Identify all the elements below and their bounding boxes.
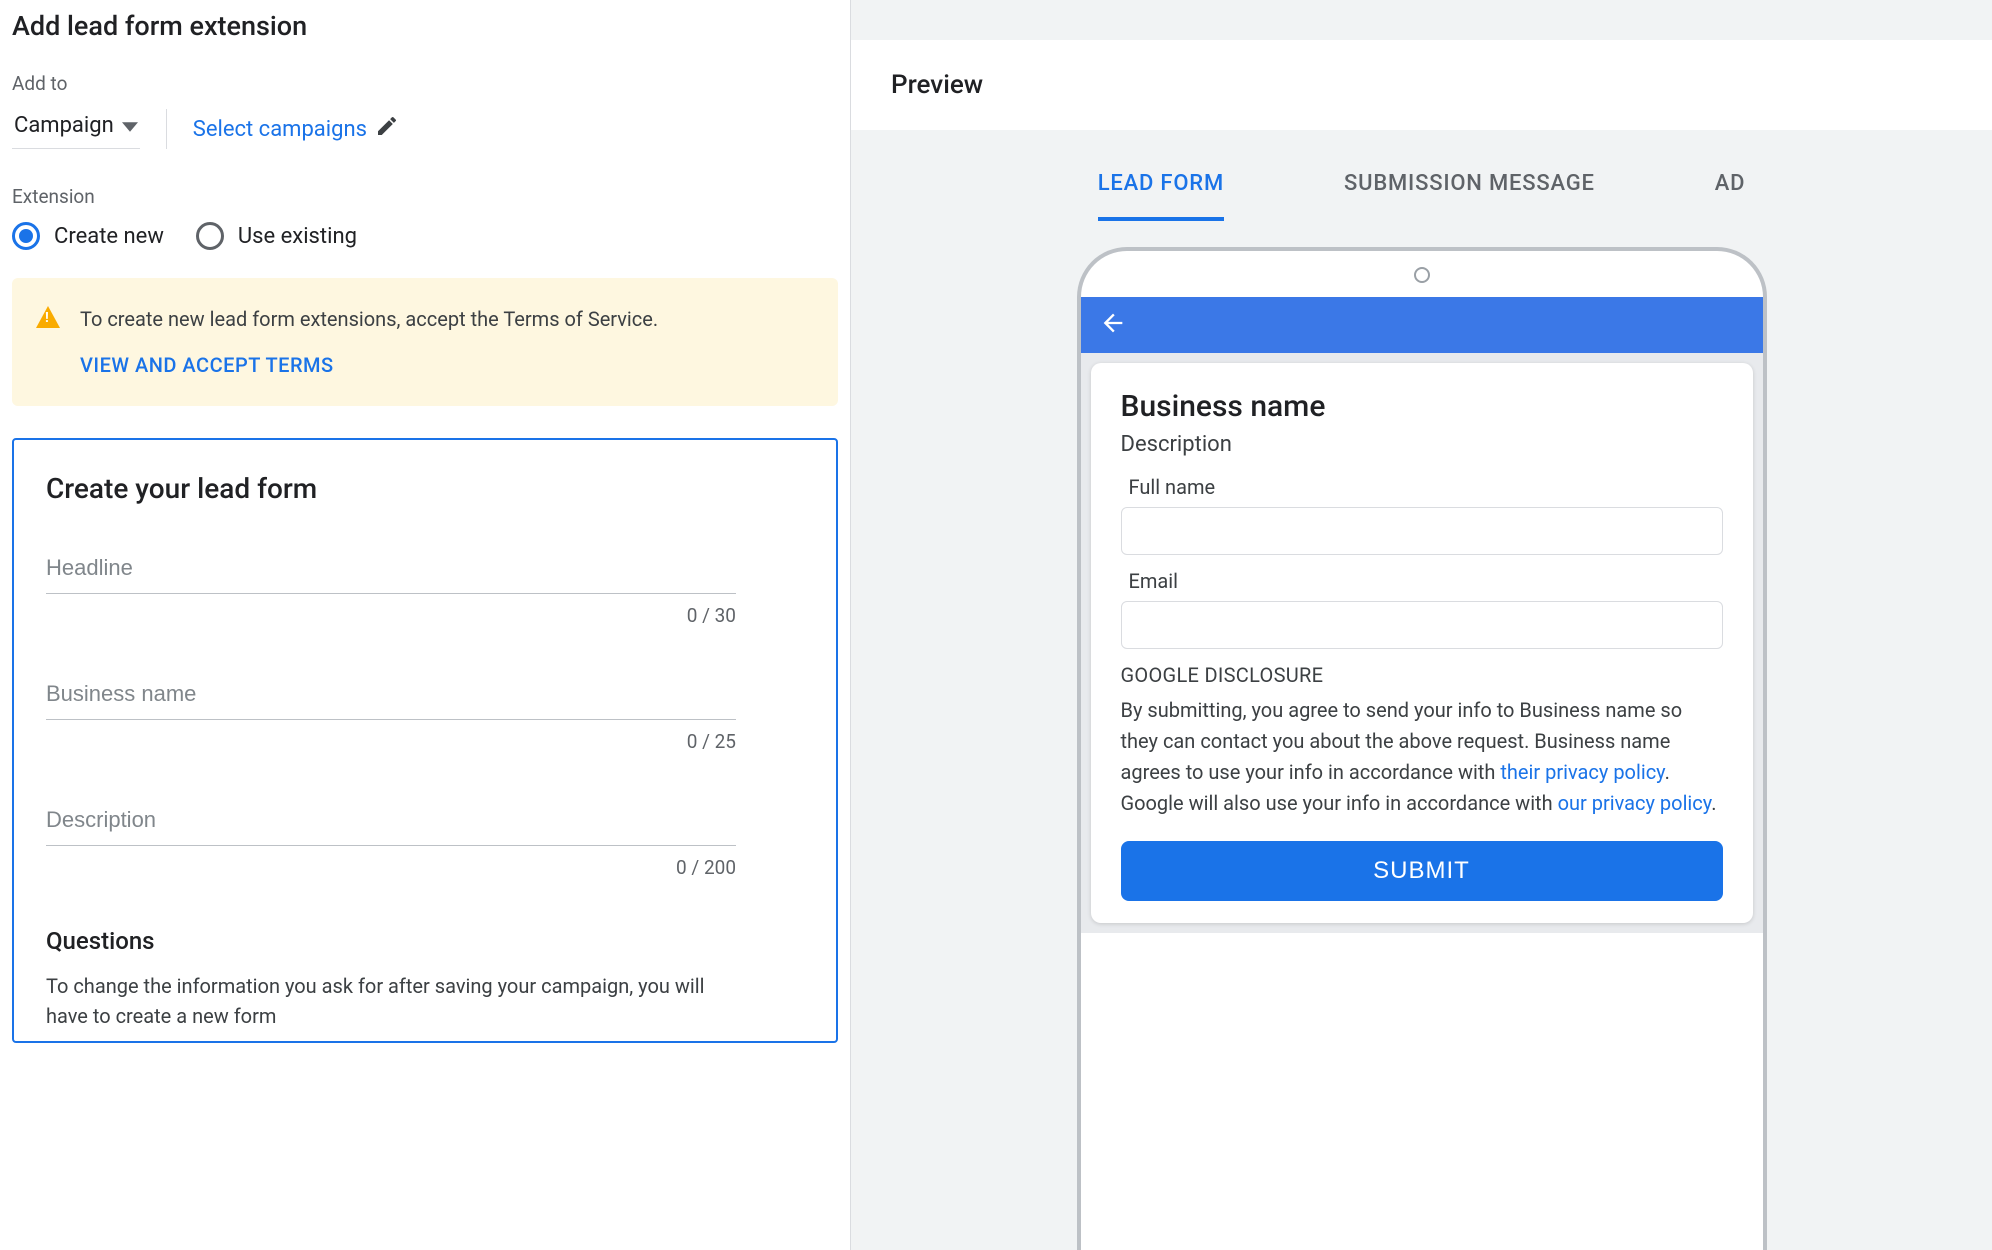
radio-icon bbox=[196, 222, 224, 250]
select-campaigns-link[interactable]: Select campaigns bbox=[193, 114, 399, 144]
phone-camera-icon bbox=[1414, 267, 1430, 283]
preview-description: Description bbox=[1121, 432, 1723, 457]
submit-button[interactable]: SUBMIT bbox=[1121, 841, 1723, 901]
phone-frame: Business name Description Full name Emai… bbox=[1077, 247, 1767, 1250]
notice-text: To create new lead form extensions, acce… bbox=[80, 307, 658, 331]
questions-heading: Questions bbox=[46, 927, 804, 955]
preview-email-label: Email bbox=[1129, 569, 1723, 593]
tab-ad[interactable]: AD bbox=[1715, 170, 1746, 221]
notice-body: To create new lead form extensions, acce… bbox=[80, 304, 658, 380]
field-business-name: 0 / 25 bbox=[46, 675, 804, 753]
lead-form-title: Create your lead form bbox=[46, 472, 804, 505]
addto-label: Add to bbox=[12, 72, 838, 95]
preview-header: Preview bbox=[851, 40, 1992, 130]
radio-use-existing-label: Use existing bbox=[238, 224, 357, 249]
preview-email-input[interactable] bbox=[1121, 601, 1723, 649]
headline-input[interactable] bbox=[46, 549, 736, 594]
terms-notice: To create new lead form extensions, acce… bbox=[12, 278, 838, 406]
chevron-down-icon bbox=[122, 113, 138, 138]
lead-form-card: Create your lead form 0 / 30 0 / 25 0 / … bbox=[12, 438, 838, 1043]
headline-counter: 0 / 30 bbox=[46, 604, 736, 627]
addto-dropdown[interactable]: Campaign bbox=[12, 109, 140, 149]
disclosure-end: . bbox=[1711, 791, 1716, 815]
divider bbox=[166, 109, 167, 149]
phone-topbar bbox=[1081, 297, 1763, 353]
arrow-back-icon[interactable] bbox=[1099, 309, 1127, 341]
preview-card: Business name Description Full name Emai… bbox=[1091, 363, 1753, 923]
preview-title: Preview bbox=[891, 70, 1952, 100]
our-privacy-policy-link[interactable]: our privacy policy bbox=[1558, 791, 1712, 815]
addto-row: Campaign Select campaigns bbox=[12, 109, 838, 149]
preview-business-name: Business name bbox=[1121, 389, 1723, 424]
pencil-icon bbox=[375, 114, 399, 144]
warning-icon bbox=[36, 306, 60, 328]
preview-panel: Preview LEAD FORM SUBMISSION MESSAGE AD … bbox=[850, 0, 1992, 1250]
questions-body: To change the information you ask for af… bbox=[46, 971, 746, 1031]
view-accept-terms-link[interactable]: VIEW AND ACCEPT TERMS bbox=[80, 350, 658, 380]
description-input[interactable] bbox=[46, 801, 736, 846]
tab-submission-message[interactable]: SUBMISSION MESSAGE bbox=[1344, 170, 1595, 221]
extension-label: Extension bbox=[12, 185, 838, 208]
phone-body: Business name Description Full name Emai… bbox=[1081, 353, 1763, 933]
business-name-input[interactable] bbox=[46, 675, 736, 720]
disclosure-heading: GOOGLE DISCLOSURE bbox=[1121, 663, 1723, 687]
preview-tabs: LEAD FORM SUBMISSION MESSAGE AD bbox=[851, 130, 1992, 221]
field-description: 0 / 200 bbox=[46, 801, 804, 879]
field-headline: 0 / 30 bbox=[46, 549, 804, 627]
radio-icon bbox=[12, 222, 40, 250]
radio-use-existing[interactable]: Use existing bbox=[196, 222, 357, 250]
preview-fullname-label: Full name bbox=[1129, 475, 1723, 499]
description-counter: 0 / 200 bbox=[46, 856, 736, 879]
extension-radio-group: Create new Use existing bbox=[12, 222, 838, 250]
addto-selected: Campaign bbox=[14, 113, 114, 138]
tab-lead-form[interactable]: LEAD FORM bbox=[1098, 170, 1224, 221]
radio-create-new[interactable]: Create new bbox=[12, 222, 164, 250]
form-panel: Add lead form extension Add to Campaign … bbox=[0, 0, 850, 1250]
radio-create-new-label: Create new bbox=[54, 224, 164, 249]
phone-preview-wrap: Business name Description Full name Emai… bbox=[851, 221, 1992, 1250]
select-campaigns-label: Select campaigns bbox=[193, 117, 367, 142]
business-name-counter: 0 / 25 bbox=[46, 730, 736, 753]
their-privacy-policy-link[interactable]: their privacy policy bbox=[1500, 760, 1664, 784]
preview-fullname-input[interactable] bbox=[1121, 507, 1723, 555]
page-title: Add lead form extension bbox=[12, 10, 838, 42]
disclosure-body: By submitting, you agree to send your in… bbox=[1121, 695, 1723, 819]
